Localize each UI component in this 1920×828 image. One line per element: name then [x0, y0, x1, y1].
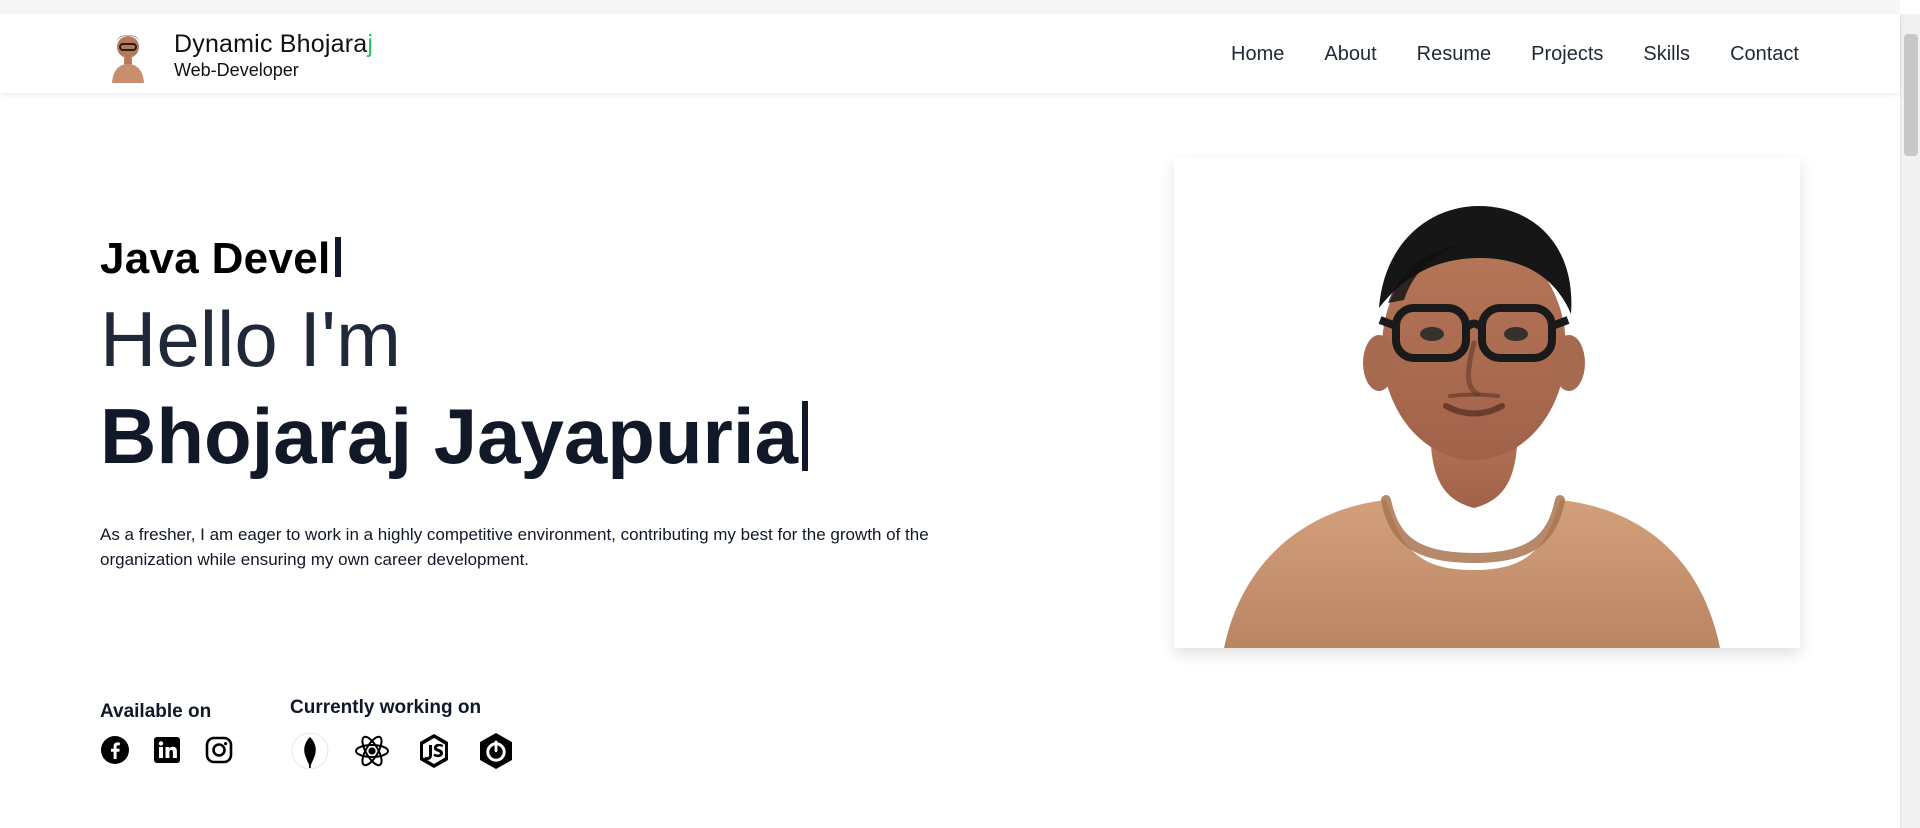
profile-photo: [1174, 158, 1800, 648]
nodejs-icon: [414, 731, 454, 771]
available-on-heading: Available on: [100, 701, 212, 722]
currently-working-on-heading: Currently working on: [290, 697, 482, 718]
brand-text: Dynamic Bhojaraj Web-Developer: [174, 30, 373, 80]
page-scrollbar[interactable]: [1900, 14, 1920, 828]
mongodb-icon: [290, 731, 330, 771]
typing-cursor: [334, 237, 341, 277]
nav-resume[interactable]: Resume: [1417, 42, 1491, 66]
linkedin-icon[interactable]: [152, 735, 182, 765]
brand-logo: [100, 27, 156, 83]
nav-home[interactable]: Home: [1231, 42, 1284, 66]
typed-role-text: Java Devel: [100, 234, 331, 283]
springboot-icon: [476, 731, 516, 771]
nav-contact[interactable]: Contact: [1730, 42, 1799, 66]
hero-text: Java Devel Hello I'm Bhojaraj Jayapuria …: [100, 233, 960, 589]
nav-skills[interactable]: Skills: [1643, 42, 1690, 66]
brand-title-main: Dynamic Bhojara: [174, 30, 368, 58]
brand[interactable]: Dynamic Bhojaraj Web-Developer: [100, 26, 373, 84]
hero-description: As a fresher, I am eager to work in a hi…: [100, 525, 929, 569]
hello-line: Hello I'm: [100, 295, 401, 383]
name-cursor: [801, 401, 808, 471]
browser-topline: [0, 0, 1900, 15]
main-nav: Home About Resume Projects Skills Contac…: [1231, 42, 1799, 66]
available-on: Available on: [100, 701, 234, 765]
brand-title: Dynamic Bhojaraj: [174, 30, 373, 58]
tech-icons: [290, 731, 516, 771]
hero-name: Bhojaraj Jayapuria: [100, 393, 960, 478]
facebook-icon[interactable]: [100, 735, 130, 765]
typed-role: Java Devel: [100, 233, 960, 283]
hero-name-text: Bhojaraj Jayapuria: [100, 392, 798, 480]
instagram-icon[interactable]: [204, 735, 234, 765]
profile-photo-card: [1174, 158, 1800, 648]
hero-section: Java Devel Hello I'm Bhojaraj Jayapuria …: [0, 93, 1900, 828]
currently-working-on: Currently working on: [290, 697, 516, 771]
site-header: Dynamic Bhojaraj Web-Developer Home Abou…: [0, 14, 1900, 93]
brand-subtitle: Web-Developer: [174, 60, 299, 80]
scrollbar-thumb[interactable]: [1904, 34, 1918, 156]
nav-about[interactable]: About: [1324, 42, 1376, 66]
nav-projects[interactable]: Projects: [1531, 42, 1603, 66]
brand-title-accent: j: [367, 30, 374, 58]
social-icons: [100, 735, 234, 765]
react-icon: [352, 731, 392, 771]
